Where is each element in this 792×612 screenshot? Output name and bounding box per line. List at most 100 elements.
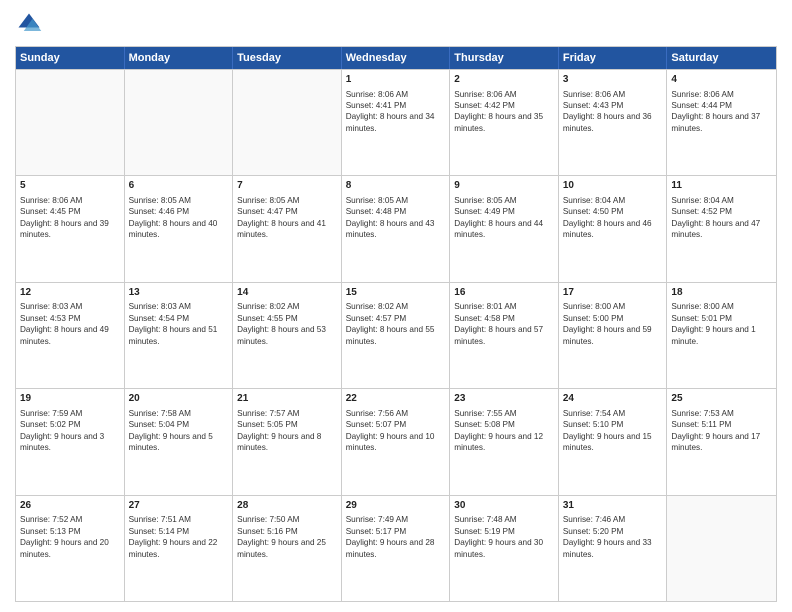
calendar-body: 1 Sunrise: 8:06 AM Sunset: 4:41 PM Daylig… <box>16 69 776 601</box>
day-number: 19 <box>20 392 120 406</box>
day-number: 31 <box>563 499 663 513</box>
cell-sun-info: Sunrise: 8:03 AM Sunset: 4:54 PM Dayligh… <box>129 301 229 347</box>
cell-sun-info: Sunrise: 7:49 AM Sunset: 5:17 PM Dayligh… <box>346 514 446 560</box>
day-number: 26 <box>20 499 120 513</box>
day-cell-30: 30Sunrise: 7:48 AM Sunset: 5:19 PM Dayli… <box>450 496 559 601</box>
day-number: 29 <box>346 499 446 513</box>
calendar-week-1: 1 Sunrise: 8:06 AM Sunset: 4:41 PM Daylig… <box>16 69 776 175</box>
day-cell-29: 29Sunrise: 7:49 AM Sunset: 5:17 PM Dayli… <box>342 496 451 601</box>
day-cell-13: 13Sunrise: 8:03 AM Sunset: 4:54 PM Dayli… <box>125 283 234 388</box>
day-cell-3: 3 Sunrise: 8:06 AM Sunset: 4:43 PM Daylig… <box>559 70 668 175</box>
cell-sun-info: Sunrise: 7:50 AM Sunset: 5:16 PM Dayligh… <box>237 514 337 560</box>
day-number: 5 <box>20 179 120 193</box>
day-cell-21: 21Sunrise: 7:57 AM Sunset: 5:05 PM Dayli… <box>233 389 342 494</box>
cell-sun-info: Sunrise: 8:05 AM Sunset: 4:46 PM Dayligh… <box>129 195 229 241</box>
day-number: 28 <box>237 499 337 513</box>
day-number: 13 <box>129 286 229 300</box>
day-cell-26: 26Sunrise: 7:52 AM Sunset: 5:13 PM Dayli… <box>16 496 125 601</box>
logo <box>15 10 47 38</box>
cell-sun-info: Sunrise: 7:54 AM Sunset: 5:10 PM Dayligh… <box>563 408 663 454</box>
day-cell-10: 10 Sunrise: 8:04 AM Sunset: 4:50 PM Dayli… <box>559 176 668 281</box>
day-cell-28: 28Sunrise: 7:50 AM Sunset: 5:16 PM Dayli… <box>233 496 342 601</box>
day-number: 20 <box>129 392 229 406</box>
cell-sun-info: Sunrise: 8:03 AM Sunset: 4:53 PM Dayligh… <box>20 301 120 347</box>
day-cell-2: 2 Sunrise: 8:06 AM Sunset: 4:42 PM Daylig… <box>450 70 559 175</box>
weekday-header-saturday: Saturday <box>667 47 776 69</box>
calendar-week-2: 5 Sunrise: 8:06 AM Sunset: 4:45 PM Daylig… <box>16 175 776 281</box>
cell-sun-info: Sunrise: 8:04 AM Sunset: 4:52 PM Dayligh… <box>671 195 772 241</box>
day-number: 16 <box>454 286 554 300</box>
cell-sun-info: Sunrise: 8:00 AM Sunset: 5:01 PM Dayligh… <box>671 301 772 347</box>
day-number: 12 <box>20 286 120 300</box>
day-cell-25: 25 Sunrise: 7:53 AM Sunset: 5:11 PM Dayli… <box>667 389 776 494</box>
cell-sun-info: Sunrise: 8:01 AM Sunset: 4:58 PM Dayligh… <box>454 301 554 347</box>
calendar-week-5: 26Sunrise: 7:52 AM Sunset: 5:13 PM Dayli… <box>16 495 776 601</box>
day-cell-4: 4Sunrise: 8:06 AM Sunset: 4:44 PM Daylig… <box>667 70 776 175</box>
day-cell-15: 15Sunrise: 8:02 AM Sunset: 4:57 PM Dayli… <box>342 283 451 388</box>
day-cell-19: 19 Sunrise: 7:59 AM Sunset: 5:02 PM Dayli… <box>16 389 125 494</box>
weekday-header-wednesday: Wednesday <box>342 47 451 69</box>
day-cell-17: 17Sunrise: 8:00 AM Sunset: 5:00 PM Dayli… <box>559 283 668 388</box>
day-cell-8: 8 Sunrise: 8:05 AM Sunset: 4:48 PM Daylig… <box>342 176 451 281</box>
cell-sun-info: Sunrise: 7:58 AM Sunset: 5:04 PM Dayligh… <box>129 408 229 454</box>
day-cell-empty <box>233 70 342 175</box>
cell-sun-info: Sunrise: 7:56 AM Sunset: 5:07 PM Dayligh… <box>346 408 446 454</box>
cell-sun-info: Sunrise: 8:05 AM Sunset: 4:47 PM Dayligh… <box>237 195 337 241</box>
cell-sun-info: Sunrise: 8:02 AM Sunset: 4:57 PM Dayligh… <box>346 301 446 347</box>
cell-sun-info: Sunrise: 7:52 AM Sunset: 5:13 PM Dayligh… <box>20 514 120 560</box>
day-number: 23 <box>454 392 554 406</box>
cell-sun-info: Sunrise: 7:55 AM Sunset: 5:08 PM Dayligh… <box>454 408 554 454</box>
day-number: 14 <box>237 286 337 300</box>
day-number: 18 <box>671 286 772 300</box>
weekday-header-tuesday: Tuesday <box>233 47 342 69</box>
weekday-header-friday: Friday <box>559 47 668 69</box>
cell-sun-info: Sunrise: 7:51 AM Sunset: 5:14 PM Dayligh… <box>129 514 229 560</box>
day-number: 9 <box>454 179 554 193</box>
cell-sun-info: Sunrise: 7:59 AM Sunset: 5:02 PM Dayligh… <box>20 408 120 454</box>
day-cell-24: 24Sunrise: 7:54 AM Sunset: 5:10 PM Dayli… <box>559 389 668 494</box>
cell-sun-info: Sunrise: 7:53 AM Sunset: 5:11 PM Dayligh… <box>671 408 772 454</box>
day-number: 15 <box>346 286 446 300</box>
day-number: 10 <box>563 179 663 193</box>
calendar-week-3: 12Sunrise: 8:03 AM Sunset: 4:53 PM Dayli… <box>16 282 776 388</box>
day-cell-empty <box>667 496 776 601</box>
day-number: 2 <box>454 73 554 87</box>
day-number: 3 <box>563 73 663 87</box>
day-number: 11 <box>671 179 772 193</box>
cell-sun-info: Sunrise: 7:46 AM Sunset: 5:20 PM Dayligh… <box>563 514 663 560</box>
logo-icon <box>15 10 43 38</box>
cell-sun-info: Sunrise: 8:06 AM Sunset: 4:44 PM Dayligh… <box>671 89 772 135</box>
cell-sun-info: Sunrise: 8:06 AM Sunset: 4:42 PM Dayligh… <box>454 89 554 135</box>
day-cell-23: 23 Sunrise: 7:55 AM Sunset: 5:08 PM Dayli… <box>450 389 559 494</box>
calendar: SundayMondayTuesdayWednesdayThursdayFrid… <box>15 46 777 602</box>
weekday-header-thursday: Thursday <box>450 47 559 69</box>
day-number: 7 <box>237 179 337 193</box>
cell-sun-info: Sunrise: 8:02 AM Sunset: 4:55 PM Dayligh… <box>237 301 337 347</box>
cell-sun-info: Sunrise: 8:05 AM Sunset: 4:49 PM Dayligh… <box>454 195 554 241</box>
day-cell-31: 31Sunrise: 7:46 AM Sunset: 5:20 PM Dayli… <box>559 496 668 601</box>
day-cell-empty <box>125 70 234 175</box>
day-cell-1: 1 Sunrise: 8:06 AM Sunset: 4:41 PM Daylig… <box>342 70 451 175</box>
cell-sun-info: Sunrise: 8:06 AM Sunset: 4:45 PM Dayligh… <box>20 195 120 241</box>
cell-sun-info: Sunrise: 8:04 AM Sunset: 4:50 PM Dayligh… <box>563 195 663 241</box>
day-number: 1 <box>346 73 446 87</box>
day-number: 6 <box>129 179 229 193</box>
day-cell-12: 12Sunrise: 8:03 AM Sunset: 4:53 PM Dayli… <box>16 283 125 388</box>
cell-sun-info: Sunrise: 8:06 AM Sunset: 4:43 PM Dayligh… <box>563 89 663 135</box>
day-cell-27: 27Sunrise: 7:51 AM Sunset: 5:14 PM Dayli… <box>125 496 234 601</box>
day-number: 17 <box>563 286 663 300</box>
cell-sun-info: Sunrise: 8:06 AM Sunset: 4:41 PM Dayligh… <box>346 89 446 135</box>
day-number: 30 <box>454 499 554 513</box>
cell-sun-info: Sunrise: 8:05 AM Sunset: 4:48 PM Dayligh… <box>346 195 446 241</box>
day-cell-20: 20 Sunrise: 7:58 AM Sunset: 5:04 PM Dayli… <box>125 389 234 494</box>
day-number: 25 <box>671 392 772 406</box>
cell-sun-info: Sunrise: 7:48 AM Sunset: 5:19 PM Dayligh… <box>454 514 554 560</box>
calendar-page: SundayMondayTuesdayWednesdayThursdayFrid… <box>0 0 792 612</box>
day-number: 21 <box>237 392 337 406</box>
day-number: 8 <box>346 179 446 193</box>
day-number: 22 <box>346 392 446 406</box>
calendar-week-4: 19 Sunrise: 7:59 AM Sunset: 5:02 PM Dayli… <box>16 388 776 494</box>
weekday-header-sunday: Sunday <box>16 47 125 69</box>
day-cell-9: 9 Sunrise: 8:05 AM Sunset: 4:49 PM Daylig… <box>450 176 559 281</box>
weekday-header-monday: Monday <box>125 47 234 69</box>
